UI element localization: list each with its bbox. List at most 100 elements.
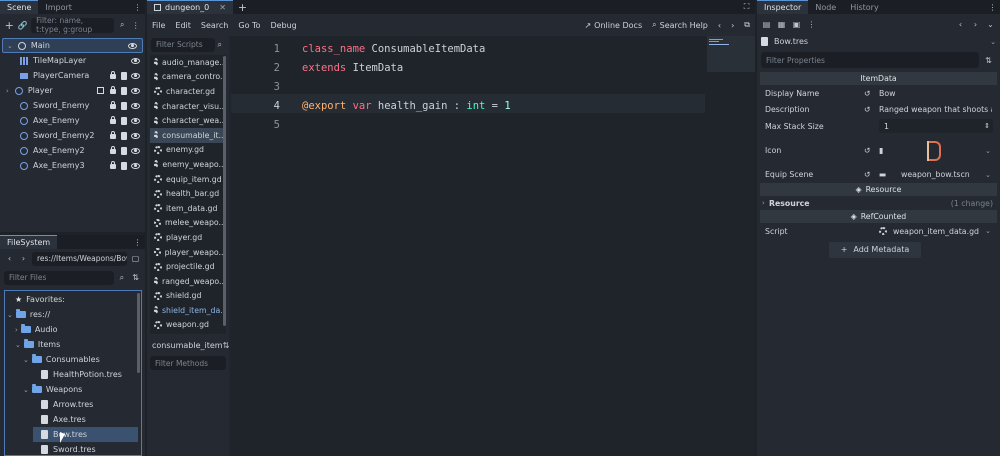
script-icon[interactable] xyxy=(121,146,127,155)
script-item[interactable]: melee_weapo... xyxy=(150,216,226,231)
folder-item-weapons[interactable]: ⌄ Weapons xyxy=(5,382,141,397)
save-icon[interactable]: ▣ xyxy=(791,19,802,30)
lock-icon[interactable] xyxy=(110,131,116,139)
filter-methods-input[interactable]: Filter Methods xyxy=(150,356,226,370)
back-icon[interactable]: ‹ xyxy=(4,253,15,264)
tree-item-sword-enemy2[interactable]: Sword_Enemy2 xyxy=(0,128,145,143)
visibility-icon[interactable] xyxy=(131,102,140,109)
script-item[interactable]: camera_contro... xyxy=(150,70,226,85)
tree-item-axe-enemy3[interactable]: Axe_Enemy3 xyxy=(0,158,145,173)
script-item[interactable]: equip_item.gd xyxy=(150,172,226,187)
script-item[interactable]: shield_item_da... xyxy=(150,303,226,318)
script-item[interactable]: ranged_weapo... xyxy=(150,274,226,289)
script-item[interactable]: item_data.gd xyxy=(150,201,226,216)
tab-history[interactable]: History xyxy=(843,0,885,14)
display-name-field[interactable]: Bow xyxy=(879,89,896,98)
folder-item-res[interactable]: ⌄ res:// xyxy=(5,307,141,322)
bow-texture-icon[interactable] xyxy=(929,140,941,161)
minimap[interactable] xyxy=(707,36,755,72)
chevron-down-icon[interactable]: ⌄ xyxy=(985,147,991,155)
spin-arrows-icon[interactable]: ⇕ xyxy=(984,122,990,130)
sort-icon[interactable]: ⇅ xyxy=(983,55,994,66)
collapse-icon[interactable]: ⌄ xyxy=(15,341,21,349)
chevron-down-icon[interactable]: ⌄ xyxy=(990,38,996,46)
scene-filter-input[interactable]: Filter: name, t:type, g:group xyxy=(31,16,114,34)
file-item-axe[interactable]: Axe.tres xyxy=(5,412,141,427)
tab-scene[interactable]: Scene xyxy=(0,0,39,14)
chevron-down-icon[interactable]: ⌄ xyxy=(985,171,991,179)
script-item[interactable]: weapon.gd xyxy=(150,318,226,333)
folder-item-items[interactable]: ⌄ Items xyxy=(5,337,141,352)
revert-icon[interactable]: ↺ xyxy=(864,89,871,98)
tree-item-sword-enemy[interactable]: Sword_Enemy xyxy=(0,98,145,113)
tab-dungeon[interactable]: dungeon_0 ✕ xyxy=(147,0,233,14)
script-icon[interactable] xyxy=(121,86,127,95)
filter-scripts-input[interactable]: Filter Scripts xyxy=(151,37,215,52)
search-icon[interactable]: ⌕ xyxy=(117,272,128,283)
lock-icon[interactable] xyxy=(110,86,116,94)
lock-icon[interactable] xyxy=(110,161,116,169)
tree-item-main[interactable]: ⌄ Main xyxy=(2,38,143,53)
menu-dots-icon[interactable]: ⋮ xyxy=(132,237,143,248)
tree-item-tilemaplayer[interactable]: TileMapLayer xyxy=(0,53,145,68)
script-item[interactable]: audio_manage... xyxy=(150,55,226,70)
back-icon[interactable]: ‹ xyxy=(955,19,966,30)
file-item-healthpotion[interactable]: HealthPotion.tres xyxy=(5,367,141,382)
script-item[interactable]: character_visu... xyxy=(150,99,226,114)
history-icon[interactable]: ⌄ xyxy=(985,19,996,30)
resource-selector[interactable]: Bow.tres ⌄ xyxy=(757,34,1000,49)
tree-item-playercamera[interactable]: PlayerCamera xyxy=(0,68,145,83)
sort-icon[interactable]: ⇅ xyxy=(223,340,230,351)
add-metadata-button[interactable]: + Add Metadata xyxy=(829,241,921,258)
script-item-selected[interactable]: consumable_it... xyxy=(150,127,226,143)
menu-dots-icon[interactable]: ⋮ xyxy=(132,2,143,13)
equip-scene-field[interactable]: weapon_bow.tscn xyxy=(901,170,970,179)
float-window-icon[interactable]: ⧉ xyxy=(744,20,750,30)
script-icon[interactable] xyxy=(121,71,127,80)
revert-icon[interactable]: ↺ xyxy=(864,170,871,179)
script-icon[interactable] xyxy=(121,101,127,110)
menu-edit[interactable]: Edit xyxy=(175,21,191,30)
open-folder-icon[interactable]: ▦ xyxy=(776,19,787,30)
prev-script-icon[interactable]: ‹ xyxy=(718,21,721,30)
script-item[interactable]: enemy.gd xyxy=(150,143,226,158)
file-item-arrow[interactable]: Arrow.tres xyxy=(5,397,141,412)
folder-item-consumables[interactable]: ⌄ Consumables xyxy=(5,352,141,367)
scrollbar[interactable] xyxy=(137,293,140,373)
lock-icon[interactable] xyxy=(110,146,116,154)
collapse-icon[interactable]: ⌄ xyxy=(23,356,29,364)
collapse-icon[interactable]: ⌄ xyxy=(7,311,13,319)
tab-node[interactable]: Node xyxy=(808,0,843,14)
split-view-icon[interactable]: ▢ xyxy=(130,253,141,264)
revert-icon[interactable]: ↺ xyxy=(864,105,871,114)
visibility-icon[interactable] xyxy=(131,132,140,139)
visibility-icon[interactable] xyxy=(131,162,140,169)
file-item-bow[interactable]: Bow.tres xyxy=(33,427,138,442)
menu-dots-icon[interactable]: ⋮ xyxy=(987,2,998,13)
menu-search[interactable]: Search xyxy=(201,21,228,30)
visibility-icon[interactable] xyxy=(128,42,137,49)
tree-item-player[interactable]: › Player xyxy=(0,83,145,98)
add-node-icon[interactable]: + xyxy=(4,19,15,32)
prop-group-resource[interactable]: › Resource (1 change) xyxy=(760,196,997,210)
add-tab-icon[interactable]: + xyxy=(237,1,248,14)
max-stack-spinbox[interactable]: 1 ⇕ xyxy=(879,119,993,134)
chevron-down-icon[interactable]: ⌄ xyxy=(985,227,991,235)
visibility-icon[interactable] xyxy=(131,117,140,124)
tree-item-axe-enemy[interactable]: Axe_Enemy xyxy=(0,113,145,128)
scene-icon[interactable] xyxy=(97,87,104,94)
script-item[interactable]: health_bar.gd xyxy=(150,186,226,201)
visibility-icon[interactable] xyxy=(131,87,140,94)
revert-icon[interactable]: ↺ xyxy=(864,146,871,155)
search-help-button[interactable]: ⌕ Search Help xyxy=(652,20,708,30)
sort-icon[interactable]: ⇅ xyxy=(130,272,141,283)
search-icon[interactable]: ⌕ xyxy=(117,20,128,31)
fullscreen-icon[interactable]: ⛶ xyxy=(741,2,752,13)
script-item[interactable]: player_weapo... xyxy=(150,245,226,260)
script-field[interactable]: weapon_item_data.gd xyxy=(893,227,979,236)
filter-properties-input[interactable]: Filter Properties xyxy=(761,52,979,68)
visibility-icon[interactable] xyxy=(131,72,140,79)
tree-item-axe-enemy2[interactable]: Axe_Enemy2 xyxy=(0,143,145,158)
script-item[interactable]: enemy_weapo... xyxy=(150,157,226,172)
tab-inspector[interactable]: Inspector xyxy=(757,0,809,14)
